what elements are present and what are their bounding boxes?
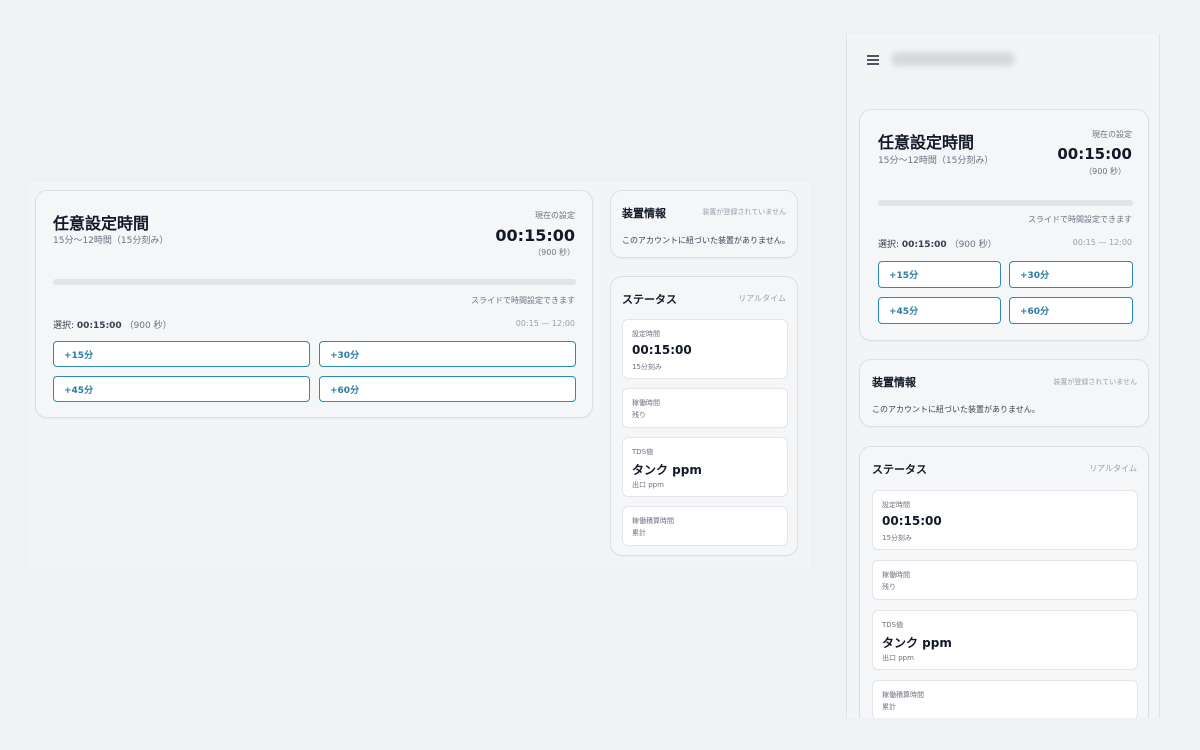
add-30min-button[interactable]: +30分 <box>1009 261 1133 288</box>
status-badge: リアルタイム <box>738 294 786 303</box>
status-item-total-time: 稼働積算時間 累計 <box>622 506 788 546</box>
hamburger-menu-icon[interactable] <box>867 55 879 65</box>
device-title: 装置情報 <box>622 207 666 220</box>
status-item-run-time: 稼働時間 残り <box>872 560 1138 600</box>
timer-card: 任意設定時間 15分〜12時間（15分刻み） 現在の設定 00:15:00 （9… <box>35 190 593 418</box>
status-item-value: タンク ppm <box>882 636 952 650</box>
status-item-label: TDS値 <box>632 448 654 456</box>
timer-title: 任意設定時間 <box>878 133 975 152</box>
status-card: ステータス リアルタイム 設定時間 00:15:00 15分刻み 稼働時間 残り… <box>859 446 1149 718</box>
status-item-value: 00:15:00 <box>632 343 692 357</box>
current-setting-value: 00:15:00 <box>1057 145 1132 163</box>
selection-label: 選択: <box>878 240 900 250</box>
selection-value: 00:15:00 <box>76 321 122 331</box>
status-title: ステータス <box>622 293 677 306</box>
selection-range: 00:15 — 12:00 <box>1072 238 1132 247</box>
status-title: ステータス <box>872 463 927 476</box>
slider-hint: スライドで時間設定できます <box>1028 215 1132 224</box>
selection-seconds: （900 秒） <box>124 321 172 331</box>
add-15min-button[interactable]: +15分 <box>878 261 1001 288</box>
current-setting-label: 現在の設定 <box>535 211 575 220</box>
status-item-total-time: 稼働積算時間 累計 <box>872 680 1138 718</box>
status-item-value: タンク ppm <box>632 463 702 477</box>
blurred-app-title <box>891 52 1015 66</box>
status-item-label: 稼働積算時間 <box>882 691 924 699</box>
status-item-sub: 15分刻み <box>632 363 662 371</box>
selection-value: 00:15:00 <box>901 240 947 250</box>
status-item-sub: 15分刻み <box>882 534 912 542</box>
selection-range: 00:15 — 12:00 <box>515 319 575 328</box>
status-item-tds: TDS値 タンク ppm 出口 ppm <box>622 437 788 497</box>
time-slider[interactable] <box>878 200 1133 206</box>
status-item-value: 00:15:00 <box>882 514 942 528</box>
device-status: 装置が登録されていません <box>702 208 786 216</box>
device-card: 装置情報 装置が登録されていません このアカウントに紐づいた装置がありません。 <box>859 359 1149 427</box>
status-item-label: TDS値 <box>882 621 904 629</box>
status-item-sub: 残り <box>882 583 896 591</box>
selection-seconds: （900 秒） <box>949 240 997 250</box>
current-setting-seconds: （900 秒） <box>533 248 575 257</box>
timer-title: 任意設定時間 <box>53 214 150 233</box>
status-item-sub: 出口 ppm <box>882 654 914 662</box>
status-item-set-time: 設定時間 00:15:00 15分刻み <box>872 490 1138 550</box>
device-message: このアカウントに紐づいた装置がありません。 <box>872 405 1040 414</box>
slider-hint: スライドで時間設定できます <box>471 296 575 305</box>
add-60min-button[interactable]: +60分 <box>1009 297 1133 324</box>
add-45min-button[interactable]: +45分 <box>53 376 310 402</box>
status-item-label: 設定時間 <box>882 501 910 509</box>
status-item-label: 設定時間 <box>632 330 660 338</box>
device-status: 装置が登録されていません <box>1053 378 1137 386</box>
status-item-label: 稼働時間 <box>632 399 660 407</box>
status-item-run-time: 稼働時間 残り <box>622 388 788 428</box>
selection-readout: 選択: 00:15:00 （900 秒） <box>878 237 997 250</box>
selection-readout: 選択: 00:15:00 （900 秒） <box>53 318 172 331</box>
status-item-label: 稼働時間 <box>882 571 910 579</box>
status-badge: リアルタイム <box>1089 464 1137 473</box>
timer-range: 15分〜12時間（15分刻み） <box>53 236 169 246</box>
device-card: 装置情報 装置が登録されていません このアカウントに紐づいた装置がありません。 <box>610 190 798 258</box>
current-setting-value: 00:15:00 <box>495 226 575 245</box>
time-slider[interactable] <box>53 279 576 285</box>
timer-range: 15分〜12時間（15分刻み） <box>878 156 994 166</box>
current-setting-label: 現在の設定 <box>1092 130 1132 139</box>
timer-card: 任意設定時間 15分〜12時間（15分刻み） 現在の設定 00:15:00 （9… <box>859 109 1149 341</box>
status-item-tds: TDS値 タンク ppm 出口 ppm <box>872 610 1138 670</box>
add-15min-button[interactable]: +15分 <box>53 341 310 367</box>
status-item-sub: 累計 <box>882 703 896 711</box>
status-item-sub: 出口 ppm <box>632 481 664 489</box>
device-title: 装置情報 <box>872 376 916 389</box>
add-45min-button[interactable]: +45分 <box>878 297 1001 324</box>
status-item-sub: 残り <box>632 411 646 419</box>
device-message: このアカウントに紐づいた装置がありません。 <box>622 236 790 245</box>
status-card: ステータス リアルタイム 設定時間 00:15:00 15分刻み 稼働時間 残り… <box>610 276 798 556</box>
desktop-view: 任意設定時間 15分〜12時間（15分刻み） 現在の設定 00:15:00 （9… <box>28 182 810 568</box>
mobile-header <box>847 34 1159 86</box>
selection-label: 選択: <box>53 321 75 331</box>
add-30min-button[interactable]: +30分 <box>319 341 576 367</box>
add-60min-button[interactable]: +60分 <box>319 376 576 402</box>
mobile-view: 任意設定時間 15分〜12時間（15分刻み） 現在の設定 00:15:00 （9… <box>846 34 1160 718</box>
status-item-set-time: 設定時間 00:15:00 15分刻み <box>622 319 788 379</box>
current-setting-seconds: （900 秒） <box>1084 167 1126 176</box>
status-item-sub: 累計 <box>632 529 646 537</box>
status-item-label: 稼働積算時間 <box>632 517 674 525</box>
